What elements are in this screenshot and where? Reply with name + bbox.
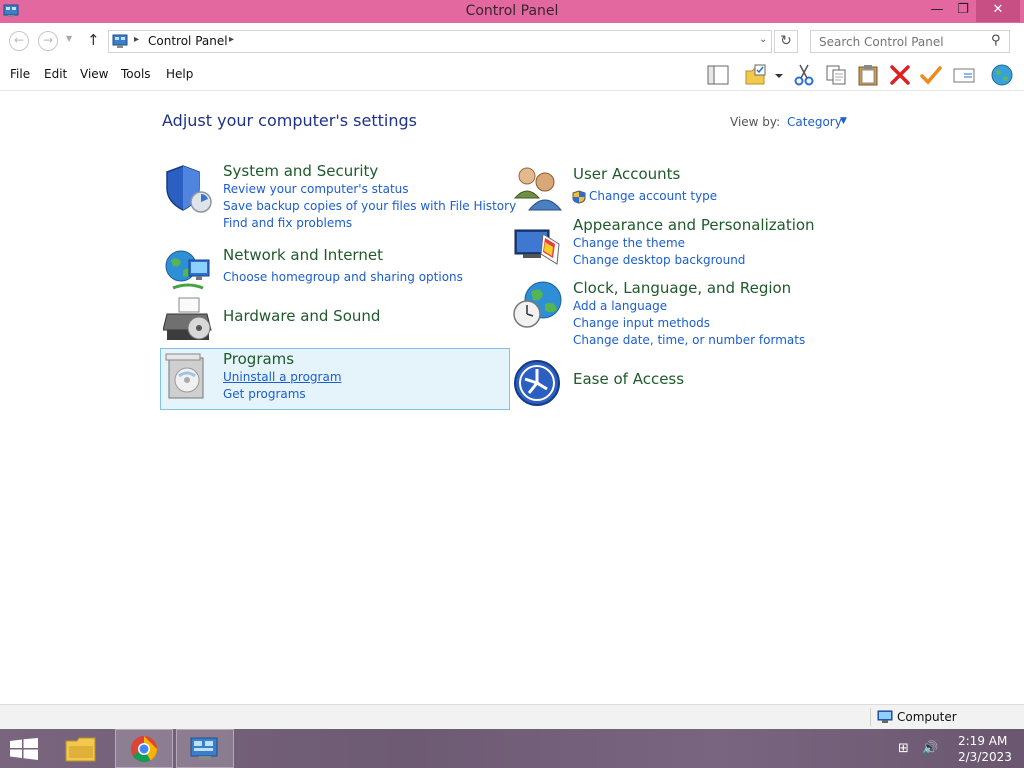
copy-icon[interactable]	[824, 63, 848, 87]
clock-language-region-heading[interactable]: Clock, Language, and Region	[573, 279, 791, 297]
uac-shield-icon	[572, 190, 586, 204]
window-title: Control Panel	[465, 3, 559, 19]
user-accounts-heading[interactable]: User Accounts	[573, 165, 680, 183]
get-programs-link[interactable]: Get programs	[223, 387, 306, 401]
search-input[interactable]	[811, 31, 987, 52]
control-panel-icon	[112, 34, 128, 48]
volume-icon[interactable]: 🔊	[922, 741, 938, 756]
breadcrumb-control-panel[interactable]: Control Panel	[148, 34, 228, 48]
folder-check-icon[interactable]	[744, 63, 768, 87]
menu-bar: File Edit View Tools Help	[0, 59, 1024, 91]
change-account-type-link[interactable]: Change account type	[589, 189, 717, 203]
delete-icon[interactable]	[888, 63, 912, 87]
minimize-button[interactable]: —	[924, 0, 950, 22]
programs-icon[interactable]	[163, 352, 213, 402]
printer-icon[interactable]	[163, 296, 213, 346]
title-bar: Control Panel — ❐ ✕	[0, 0, 1024, 23]
close-button[interactable]: ✕	[976, 0, 1020, 22]
uninstall-program-link[interactable]: Uninstall a program	[223, 370, 342, 384]
folder-icon	[65, 737, 96, 762]
appearance-icon[interactable]	[513, 224, 563, 274]
navigation-bar: ← → ▼ ↑ ▸ Control Panel ▸ ⌄ ↻ ⚲	[0, 23, 1024, 59]
review-status-link[interactable]: Review your computer's status	[223, 182, 409, 196]
taskbar-file-explorer[interactable]	[52, 729, 110, 768]
menu-edit[interactable]: Edit	[44, 67, 67, 81]
status-divider	[870, 708, 871, 726]
breadcrumb-separator-icon[interactable]: ▸	[229, 34, 234, 45]
control-panel-icon	[190, 737, 218, 760]
page-title: Adjust your computer's settings	[162, 111, 417, 130]
homegroup-sharing-link[interactable]: Choose homegroup and sharing options	[223, 270, 463, 284]
programs-heading[interactable]: Programs	[223, 350, 294, 368]
refresh-button[interactable]: ↻	[774, 30, 798, 53]
forward-button[interactable]: →	[38, 31, 58, 51]
breadcrumb-separator-icon[interactable]: ▸	[134, 34, 139, 45]
search-icon[interactable]: ⚲	[991, 33, 1001, 48]
windows-start-icon[interactable]	[10, 738, 38, 760]
content-area: Adjust your computer's settings View by:…	[0, 91, 1024, 704]
view-by-dropdown[interactable]: Category	[787, 115, 842, 129]
globe-icon[interactable]	[990, 63, 1014, 87]
clock-globe-icon[interactable]	[513, 280, 563, 330]
taskbar-chrome[interactable]	[115, 729, 173, 768]
restore-button[interactable]: ❐	[950, 0, 976, 22]
network-globe-icon[interactable]	[163, 246, 213, 296]
shield-icon[interactable]	[163, 164, 213, 214]
check-icon[interactable]	[919, 63, 943, 87]
view-by-caret-icon[interactable]: ▼	[840, 116, 847, 126]
menu-file[interactable]: File	[10, 67, 30, 81]
taskbar: ⊞ 🔊 2:19 AM 2/3/2023	[0, 729, 1024, 768]
taskbar-control-panel[interactable]	[176, 729, 234, 768]
add-language-link[interactable]: Add a language	[573, 299, 667, 313]
menu-view[interactable]: View	[80, 67, 108, 81]
change-formats-link[interactable]: Change date, time, or number formats	[573, 333, 805, 347]
recent-locations-button[interactable]: ▼	[66, 34, 72, 43]
network-internet-heading[interactable]: Network and Internet	[223, 246, 383, 264]
back-button[interactable]: ←	[9, 31, 29, 51]
change-theme-link[interactable]: Change the theme	[573, 236, 685, 250]
computer-icon	[877, 710, 893, 723]
network-tray-icon[interactable]: ⊞	[898, 741, 909, 756]
search-box: ⚲	[810, 30, 1010, 53]
up-button[interactable]: ↑	[87, 31, 100, 49]
appearance-heading[interactable]: Appearance and Personalization	[573, 216, 815, 234]
clock-time[interactable]: 2:19 AM	[958, 734, 1007, 748]
file-history-link[interactable]: Save backup copies of your files with Fi…	[223, 199, 516, 213]
chevron-down-icon[interactable]: ⌄	[759, 34, 767, 45]
chrome-icon	[131, 736, 158, 763]
view-by-label: View by:	[730, 115, 781, 129]
menu-help[interactable]: Help	[166, 67, 193, 81]
find-fix-problems-link[interactable]: Find and fix problems	[223, 216, 352, 230]
email-icon[interactable]	[952, 63, 976, 87]
menu-tools[interactable]: Tools	[121, 67, 151, 81]
change-background-link[interactable]: Change desktop background	[573, 253, 745, 267]
layout-icon[interactable]	[706, 63, 730, 87]
hardware-sound-heading[interactable]: Hardware and Sound	[223, 307, 380, 325]
status-location: Computer	[897, 710, 957, 724]
address-bar[interactable]: ▸ Control Panel ▸ ⌄	[108, 30, 772, 53]
system-security-heading[interactable]: System and Security	[223, 162, 378, 180]
ease-of-access-heading[interactable]: Ease of Access	[573, 370, 684, 388]
cut-icon[interactable]	[792, 63, 816, 87]
paste-icon[interactable]	[856, 63, 880, 87]
chevron-down-icon[interactable]	[772, 63, 786, 87]
user-accounts-icon[interactable]	[513, 164, 563, 214]
clock-date[interactable]: 2/3/2023	[958, 750, 1012, 764]
status-bar: Computer	[0, 704, 1024, 729]
ease-of-access-icon[interactable]	[513, 359, 563, 409]
change-input-methods-link[interactable]: Change input methods	[573, 316, 710, 330]
